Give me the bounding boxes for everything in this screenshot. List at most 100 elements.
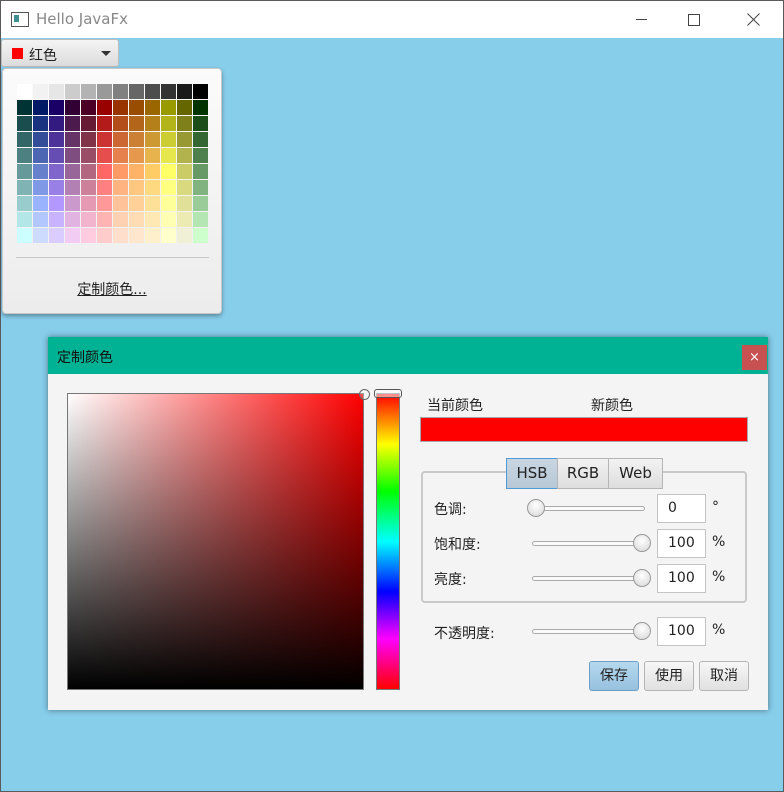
- color-swatch[interactable]: [33, 164, 48, 179]
- color-swatch[interactable]: [129, 100, 144, 115]
- color-swatch[interactable]: [33, 212, 48, 227]
- color-swatch[interactable]: [49, 132, 64, 147]
- color-swatch[interactable]: [129, 132, 144, 147]
- color-swatch[interactable]: [145, 164, 160, 179]
- color-swatch[interactable]: [193, 84, 208, 99]
- saturation-slider-thumb[interactable]: [633, 534, 651, 552]
- color-swatch[interactable]: [129, 180, 144, 195]
- color-swatch[interactable]: [145, 180, 160, 195]
- opacity-field[interactable]: 100: [657, 617, 706, 646]
- color-swatch[interactable]: [81, 100, 96, 115]
- color-swatch[interactable]: [177, 84, 192, 99]
- color-swatch[interactable]: [161, 100, 176, 115]
- brightness-slider[interactable]: [532, 576, 645, 581]
- tab-web[interactable]: Web: [608, 458, 663, 489]
- color-swatch[interactable]: [97, 228, 112, 243]
- color-swatch[interactable]: [145, 212, 160, 227]
- minimize-button[interactable]: [618, 1, 664, 38]
- color-swatch[interactable]: [161, 228, 176, 243]
- color-swatch[interactable]: [33, 180, 48, 195]
- color-swatch[interactable]: [49, 196, 64, 211]
- color-swatch[interactable]: [81, 180, 96, 195]
- color-swatch[interactable]: [129, 196, 144, 211]
- color-swatch[interactable]: [17, 148, 32, 163]
- color-swatch[interactable]: [113, 100, 128, 115]
- hue-field[interactable]: 0: [657, 494, 706, 523]
- color-swatch[interactable]: [161, 116, 176, 131]
- color-swatch[interactable]: [193, 116, 208, 131]
- color-swatch[interactable]: [113, 196, 128, 211]
- color-swatch[interactable]: [129, 84, 144, 99]
- color-swatch[interactable]: [49, 212, 64, 227]
- color-swatch[interactable]: [49, 148, 64, 163]
- close-window-button[interactable]: [730, 1, 776, 38]
- color-swatch[interactable]: [177, 164, 192, 179]
- hue-slider-thumb[interactable]: [527, 499, 545, 517]
- color-swatch[interactable]: [97, 84, 112, 99]
- window-titlebar[interactable]: Hello JavaFx: [1, 1, 783, 38]
- color-swatch[interactable]: [193, 228, 208, 243]
- color-swatch[interactable]: [161, 148, 176, 163]
- color-swatch[interactable]: [113, 132, 128, 147]
- color-swatch[interactable]: [145, 228, 160, 243]
- color-swatch[interactable]: [65, 212, 80, 227]
- color-swatch[interactable]: [17, 196, 32, 211]
- hue-bar-handle[interactable]: [374, 389, 402, 398]
- color-swatch[interactable]: [145, 196, 160, 211]
- color-swatch[interactable]: [81, 212, 96, 227]
- opacity-slider[interactable]: [532, 629, 645, 634]
- dialog-header[interactable]: 定制颜色 ×: [48, 337, 768, 374]
- color-swatch[interactable]: [177, 180, 192, 195]
- color-swatch[interactable]: [17, 116, 32, 131]
- color-swatch[interactable]: [145, 84, 160, 99]
- color-swatch[interactable]: [65, 100, 80, 115]
- color-swatch[interactable]: [161, 196, 176, 211]
- color-swatch[interactable]: [65, 228, 80, 243]
- color-swatch[interactable]: [193, 180, 208, 195]
- color-swatch[interactable]: [193, 196, 208, 211]
- color-swatch[interactable]: [113, 116, 128, 131]
- custom-color-link[interactable]: 定制颜色...: [3, 279, 221, 299]
- cancel-button[interactable]: 取消: [699, 661, 749, 691]
- color-swatch[interactable]: [97, 148, 112, 163]
- color-swatch[interactable]: [33, 196, 48, 211]
- color-swatch[interactable]: [145, 100, 160, 115]
- color-swatch[interactable]: [113, 180, 128, 195]
- color-swatch[interactable]: [49, 180, 64, 195]
- color-swatch[interactable]: [97, 100, 112, 115]
- color-swatch[interactable]: [161, 164, 176, 179]
- tab-rgb[interactable]: RGB: [557, 458, 609, 489]
- color-swatch[interactable]: [65, 196, 80, 211]
- color-swatch[interactable]: [97, 196, 112, 211]
- color-swatch[interactable]: [177, 228, 192, 243]
- hue-slider[interactable]: [532, 506, 645, 511]
- color-swatch[interactable]: [33, 84, 48, 99]
- color-swatch[interactable]: [161, 212, 176, 227]
- color-swatch[interactable]: [97, 132, 112, 147]
- color-swatch[interactable]: [177, 116, 192, 131]
- color-swatch[interactable]: [81, 164, 96, 179]
- opacity-slider-thumb[interactable]: [633, 622, 651, 640]
- color-swatch[interactable]: [145, 116, 160, 131]
- color-swatch[interactable]: [33, 148, 48, 163]
- color-swatch[interactable]: [81, 196, 96, 211]
- color-swatch[interactable]: [177, 148, 192, 163]
- color-swatch[interactable]: [161, 132, 176, 147]
- color-swatch[interactable]: [193, 164, 208, 179]
- saturation-slider[interactable]: [532, 541, 645, 546]
- color-swatch[interactable]: [49, 116, 64, 131]
- color-swatch[interactable]: [129, 116, 144, 131]
- brightness-field[interactable]: 100: [657, 564, 706, 593]
- hue-bar[interactable]: [376, 393, 400, 690]
- color-swatch[interactable]: [193, 132, 208, 147]
- maximize-button[interactable]: [671, 1, 717, 38]
- color-swatch[interactable]: [49, 228, 64, 243]
- color-swatch[interactable]: [49, 164, 64, 179]
- color-swatch[interactable]: [81, 148, 96, 163]
- color-picker-combo[interactable]: 红色: [1, 39, 119, 67]
- color-swatch[interactable]: [33, 100, 48, 115]
- color-swatch[interactable]: [177, 100, 192, 115]
- color-swatch[interactable]: [97, 116, 112, 131]
- color-swatch[interactable]: [97, 180, 112, 195]
- color-swatch[interactable]: [129, 212, 144, 227]
